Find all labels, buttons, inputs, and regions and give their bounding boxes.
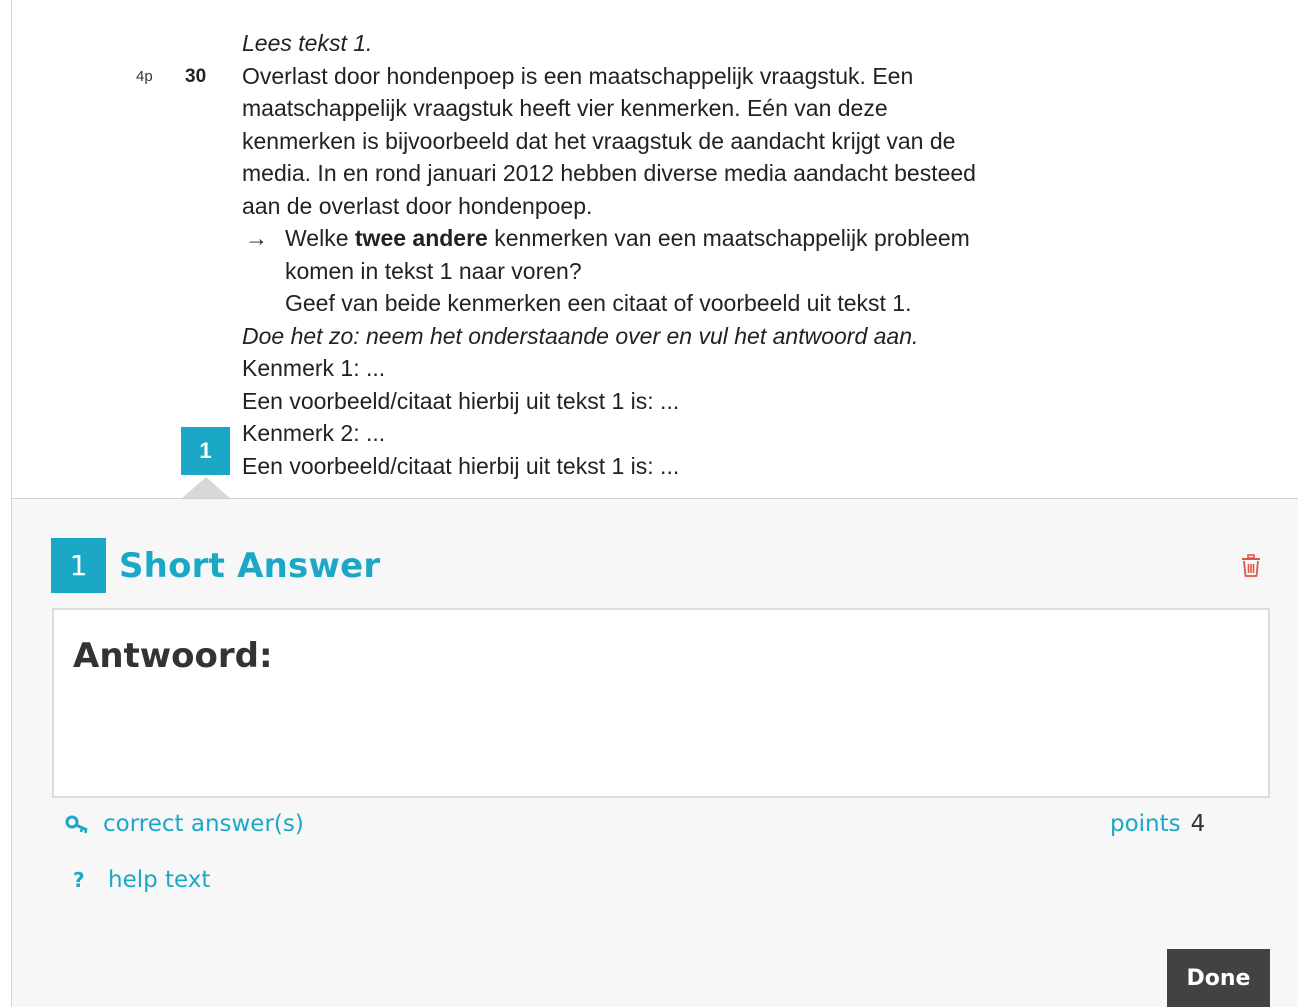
intro-text: Lees tekst 1. — [242, 30, 373, 56]
arrow-icon: → — [245, 225, 268, 251]
task-line: Welke twee andere kenmerken van een maat… — [285, 222, 970, 255]
question-badge: 1 — [51, 538, 106, 593]
task-line: komen in tekst 1 naar voren? — [285, 258, 582, 284]
question-line: aan de overlast door hondenpoep. — [242, 193, 593, 219]
template-line: Een voorbeeld/citaat hierbij uit tekst 1… — [242, 453, 680, 479]
points-label: points — [1110, 811, 1181, 837]
pointer-arrow — [181, 477, 231, 499]
task-bold-text: twee andere — [354, 225, 488, 251]
question-number: 30 — [185, 66, 207, 87]
question-points: 4p — [136, 68, 153, 85]
help-text-link[interactable]: ? help text — [70, 867, 210, 893]
help-icon-glyph: ? — [73, 868, 85, 892]
editor-panel: 1 Short Answer Antwoord: correct answer(… — [12, 499, 1298, 1007]
instruction-text: Doe het zo: neem het onderstaande over e… — [242, 323, 919, 349]
task-text: Welke — [285, 225, 355, 251]
answer-editor[interactable]: Antwoord: — [52, 608, 1270, 798]
key-icon — [65, 814, 103, 834]
points-value: 4 — [1190, 811, 1206, 837]
points-field[interactable]: points 4 — [1110, 811, 1205, 837]
correct-answers-label: correct answer(s) — [103, 811, 304, 837]
task-text: kenmerken van een maatschappelijk proble… — [487, 225, 970, 251]
template-line: Kenmerk 2: ... — [242, 420, 386, 446]
question-line: media. In en rond januari 2012 hebben di… — [242, 160, 976, 186]
question-mark-icon: ? — [70, 868, 108, 892]
done-button[interactable]: Done — [1167, 949, 1270, 1007]
correct-answers-link[interactable]: correct answer(s) — [65, 811, 304, 837]
trash-icon[interactable] — [1240, 554, 1262, 578]
question-line: maatschappelijk vraagstuk heeft vier ken… — [242, 95, 888, 121]
question-line: kenmerken is bijvoorbeeld dat het vraags… — [242, 128, 956, 154]
task-line: Geef van beide kenmerken een citaat of v… — [285, 290, 912, 316]
question-scan: Lees tekst 1. 4p 30 Overlast door honden… — [12, 0, 1298, 498]
answer-label: Antwoord: — [73, 636, 273, 676]
template-line: Kenmerk 1: ... — [242, 355, 386, 381]
answer-field-marker[interactable]: 1 — [181, 427, 230, 475]
help-text-label: help text — [108, 867, 211, 893]
question-line: Overlast door hondenpoep is een maatscha… — [242, 63, 914, 89]
template-line: Een voorbeeld/citaat hierbij uit tekst 1… — [242, 388, 680, 414]
panel-title: Short Answer — [119, 546, 381, 586]
